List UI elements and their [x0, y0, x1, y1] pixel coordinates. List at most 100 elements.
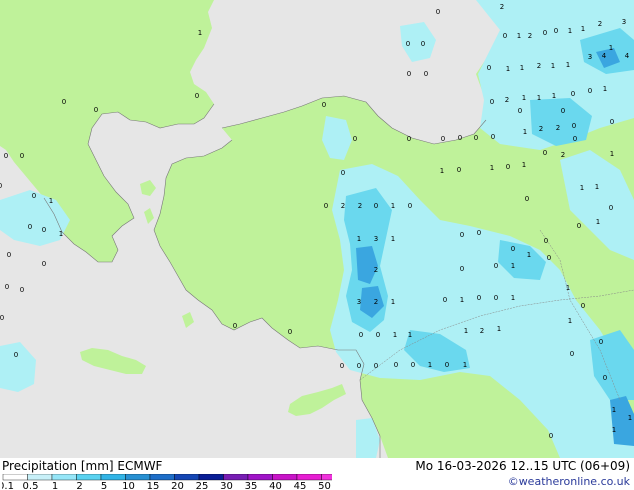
precip-value-label: 3	[357, 298, 361, 306]
precip-value-label: 0	[494, 294, 498, 302]
precip-value-label: 1	[408, 331, 412, 339]
precip-value-label: 0	[543, 149, 547, 157]
legend-tick-label: 25	[196, 481, 209, 490]
precip-value-label: 0	[394, 361, 398, 369]
legend-tick-label: 45	[294, 481, 307, 490]
precip-value-label: 4	[625, 52, 630, 60]
legend-color-box	[223, 474, 249, 481]
legend-color-box	[296, 474, 322, 481]
precip-value-label: 1	[520, 64, 524, 72]
precip-value-label: 0	[353, 135, 357, 143]
legend-color-box	[149, 474, 175, 481]
precip-value-label: 0	[518, 107, 522, 115]
precip-value-label: 1	[552, 92, 556, 100]
precip-value-label: 0	[572, 122, 576, 130]
precip-value-label: 0	[573, 135, 577, 143]
precip-value-label: 2	[539, 125, 543, 133]
precip-value-label: 0	[341, 169, 345, 177]
precip-value-label: 0	[20, 286, 24, 294]
precip-value-label: 2	[374, 298, 378, 306]
precip-value-label: 0	[406, 40, 410, 48]
credit-link[interactable]: ©weatheronline.co.uk	[508, 475, 630, 488]
precip-value-label: 0	[460, 231, 464, 239]
precip-value-label: 2	[537, 62, 541, 70]
precip-value-label: 0	[549, 432, 553, 440]
precip-value-label: 0	[20, 152, 24, 160]
precip-value-label: 1	[581, 25, 585, 33]
precip-value-label: 0	[474, 134, 478, 142]
precip-value-label: 1	[537, 94, 541, 102]
precip-value-label: 1	[464, 327, 468, 335]
precip-value-label: 1	[506, 65, 510, 73]
precip-value-label: 0	[374, 362, 378, 370]
precip-value-label: 0	[376, 331, 380, 339]
precip-value-label: 1	[428, 361, 432, 369]
precip-value-label: 0	[62, 98, 66, 106]
precip-value-label: 1	[596, 218, 600, 226]
precip-value-label: 0	[570, 350, 574, 358]
precip-value-label: 1	[568, 27, 572, 35]
precip-value-label: 0	[441, 135, 445, 143]
precip-value-label: 0	[42, 226, 46, 234]
precip-value-label: 0	[421, 40, 425, 48]
legend-tick-label: 2	[76, 481, 82, 490]
precip-value-label: 1	[393, 331, 397, 339]
precip-value-label: 0	[14, 351, 18, 359]
precip-value-label: 3	[588, 53, 592, 61]
precip-value-label: 1	[391, 235, 395, 243]
legend-tick-label: 1	[52, 481, 58, 490]
precip-value-label: 0	[445, 361, 449, 369]
precip-value-label: 0	[477, 294, 481, 302]
precip-value-label: 2	[358, 202, 362, 210]
precip-value-label: 0	[407, 135, 411, 143]
precip-value-label: 2	[480, 327, 484, 335]
precip-value-label: 1	[609, 44, 613, 52]
precip-value-label: 1	[517, 32, 521, 40]
precip-value-label: 1	[566, 61, 570, 69]
legend-tick-label: 30	[220, 481, 233, 490]
legend-color-box	[321, 474, 332, 481]
precip-value-label: 2	[374, 266, 378, 274]
precip-value-label: 0	[506, 163, 510, 171]
precip-value-label: 1	[522, 161, 526, 169]
precip-value-label: 0	[436, 8, 440, 16]
precip-value-label: 1	[357, 235, 361, 243]
precip-value-label: 1	[566, 284, 570, 292]
precip-value-label: 1	[612, 426, 616, 434]
precip-value-label: 1	[527, 251, 531, 259]
precip-value-label: 0	[322, 101, 326, 109]
precip-value-label: 1	[198, 29, 202, 37]
footer-bar: Precipitation [mm] ECMWF Mo 16-03-2026 1…	[0, 458, 634, 490]
precip-value-label: 0	[491, 133, 495, 141]
precipitation-map: 2010120011230014340112110000021110010000…	[0, 0, 634, 458]
precip-value-label: 2	[505, 96, 509, 104]
precip-value-label: 0	[233, 322, 237, 330]
precip-value-label: 1	[511, 262, 515, 270]
precip-value-label: 0	[288, 328, 292, 336]
precip-value-label: 0	[42, 260, 46, 268]
precip-value-label: 1	[460, 296, 464, 304]
precip-value-label: 3	[374, 235, 378, 243]
precip-value-label: 0	[477, 229, 481, 237]
precip-value-label: 0	[457, 166, 461, 174]
legend-tick-label: 10	[122, 481, 135, 490]
precip-value-label: 0	[324, 202, 328, 210]
precip-value-label: 1	[49, 197, 53, 205]
precip-value-label: 1	[580, 184, 584, 192]
legend-tick-label: 40	[269, 481, 282, 490]
precip-value-label: 0	[5, 283, 9, 291]
precip-value-label: 1	[603, 85, 607, 93]
precip-value-label: 0	[543, 29, 547, 37]
precip-value-label: 1	[568, 317, 572, 325]
precip-value-label: 2	[556, 124, 560, 132]
precip-value-label: 0	[424, 70, 428, 78]
precip-value-label: 1	[59, 230, 63, 238]
precip-value-label: 0	[561, 107, 565, 115]
legend-color-box	[76, 474, 102, 481]
precip-value-label: 0	[359, 331, 363, 339]
precip-value-label: 0	[411, 361, 415, 369]
precip-value-label: 0	[554, 27, 558, 35]
color-scale-legend: 0.10.5125101520253035404550	[2, 474, 332, 490]
precip-value-label: 1	[523, 128, 527, 136]
precip-value-label: 0	[610, 118, 614, 126]
